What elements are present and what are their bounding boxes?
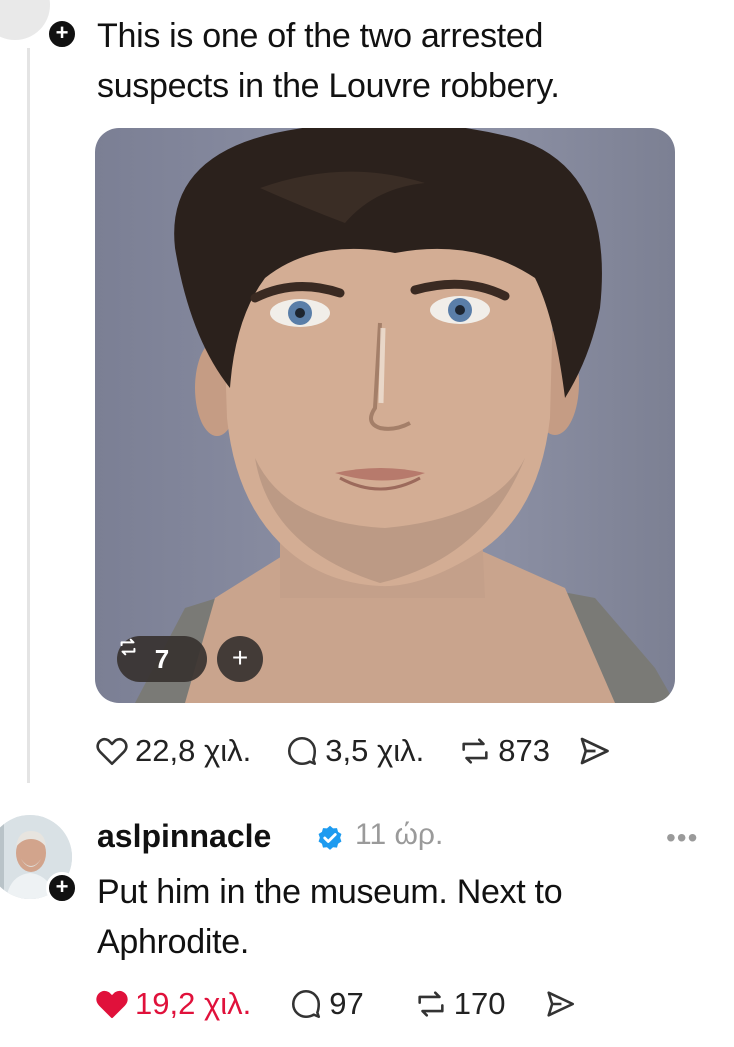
timestamp: 11 ώρ.: [355, 818, 444, 851]
reply-count: 3,5 χιλ.: [325, 733, 425, 768]
comment-icon: [288, 736, 317, 766]
heart-icon: [96, 990, 128, 1019]
thread-line: [27, 48, 30, 783]
repost-icon: [120, 638, 136, 656]
reply-count: 97: [329, 986, 364, 1021]
reply-text-line-2: Aphrodite.: [97, 923, 249, 961]
repost-icon: [462, 738, 488, 764]
suspect-portrait: [135, 128, 675, 703]
follow-plus-icon[interactable]: +: [46, 18, 78, 50]
reply-actions: 19,2 χιλ. 97 170: [95, 986, 577, 1022]
repost-count: 170: [453, 986, 506, 1021]
verified-badge-icon: [318, 825, 342, 850]
like-count: 22,8 χιλ.: [135, 733, 252, 768]
comment-icon: [292, 989, 321, 1019]
repost-count-pill[interactable]: 7: [117, 636, 207, 682]
repost-button[interactable]: 170: [414, 986, 506, 1022]
follow-plus-icon[interactable]: +: [46, 872, 78, 904]
repost-icon: [418, 991, 444, 1017]
reply-button[interactable]: 3,5 χιλ.: [285, 733, 424, 769]
share-icon: [580, 737, 609, 765]
reply-text-line-1: Put him in the museum. Next to: [97, 873, 563, 911]
add-button[interactable]: +: [217, 636, 263, 682]
repost-count: 873: [498, 733, 550, 768]
share-button[interactable]: [543, 987, 577, 1021]
like-button[interactable]: 22,8 χιλ.: [95, 733, 251, 769]
post-text-line-2: suspects in the Louvre robbery.: [97, 67, 560, 105]
username[interactable]: aslpinnacle: [97, 818, 271, 855]
post-photo[interactable]: 7 +: [95, 128, 675, 703]
like-button[interactable]: 19,2 χιλ.: [95, 986, 251, 1022]
more-icon[interactable]: •••: [666, 822, 698, 854]
repost-count: 7: [154, 643, 170, 674]
share-icon: [547, 991, 575, 1017]
share-button[interactable]: [576, 733, 612, 769]
like-count: 19,2 χιλ.: [135, 986, 252, 1021]
repost-button[interactable]: 873: [458, 733, 550, 769]
heart-icon: [96, 737, 128, 766]
avatar[interactable]: [0, 0, 50, 40]
reply-button[interactable]: 97: [289, 986, 364, 1022]
post-actions: 22,8 χιλ. 3,5 χιλ. 873: [95, 733, 612, 769]
post-text-line-1: This is one of the two arrested: [97, 17, 544, 55]
